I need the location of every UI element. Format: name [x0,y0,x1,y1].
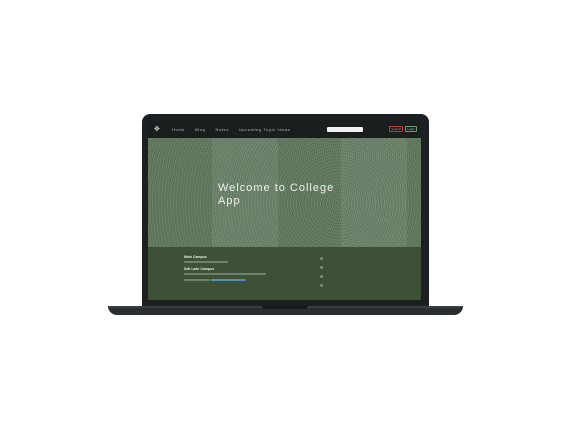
nav-link-upcoming-topic-ideas[interactable]: Upcoming Topic Ideas [239,127,290,133]
search-input[interactable] [327,127,363,132]
social-icon[interactable] [320,266,323,269]
nav-link-notes[interactable]: Notes [215,127,228,133]
campus-title-salt-lake: Salt Lake Campus [184,267,215,271]
search-button[interactable]: Search [389,126,403,132]
hero-banner: Welcome to College App [148,138,421,247]
navbar: ✥ Home Blog Notes Upcoming Topic Ideas S… [148,121,421,138]
laptop-notch [262,306,308,309]
footer-section: Main Campus Salt Lake Campus [148,247,421,300]
social-icon[interactable] [320,257,323,260]
campus-email-link[interactable] [211,279,246,281]
brand-logo-icon[interactable]: ✥ [154,126,164,134]
campus-address-line [184,261,228,263]
login-button[interactable]: Login [405,126,417,132]
campus-address-line [184,273,266,275]
campus-title-main: Main Campus [184,255,207,259]
campus-contact-line [184,279,210,281]
nav-link-home[interactable]: Home [172,127,185,133]
social-icon[interactable] [320,275,323,278]
nav-link-blog[interactable]: Blog [195,127,205,133]
social-icon[interactable] [320,284,323,287]
page: ✥ Home Blog Notes Upcoming Topic Ideas S… [0,0,571,436]
laptop-screen: ✥ Home Blog Notes Upcoming Topic Ideas S… [148,121,421,300]
hero-title: Welcome to College App [218,182,335,207]
